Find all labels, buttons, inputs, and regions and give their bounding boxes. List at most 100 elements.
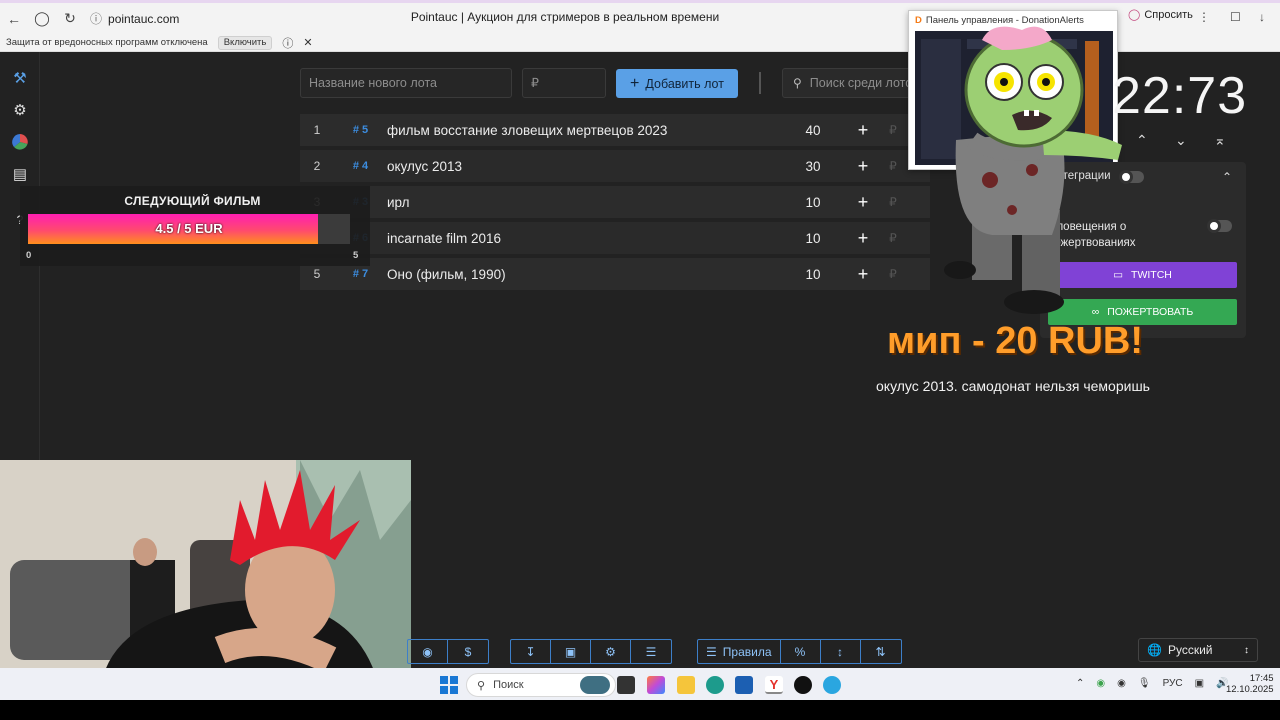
rules-button[interactable]: ☰ Правила (698, 640, 781, 663)
clock-time: 17:45 (1249, 673, 1274, 684)
globe-icon: 🌐 (1147, 643, 1162, 657)
obs-icon[interactable] (794, 676, 812, 694)
store-icon[interactable] (735, 676, 753, 694)
system-clock[interactable]: 17:45 12.10.2025 (1226, 673, 1274, 695)
new-lot-input[interactable] (300, 68, 512, 98)
telegram-icon[interactable] (823, 676, 841, 694)
lot-amount[interactable]: 40 (783, 123, 843, 138)
os-taskbar: ⚲ Поиск Y ⌃ ◉ ◉ 🎙 РУС ▣ 🔊 17:45 12.10.20… (0, 668, 1280, 700)
toolbar-group-file: ↧ ▣ ⚙ ☰ (510, 639, 672, 664)
donation-alerts-toggle[interactable] (1207, 219, 1232, 233)
add-amount-button[interactable]: + (843, 156, 883, 177)
timer-up-icon[interactable]: ⌃ (1136, 132, 1148, 149)
tray-eye-icon[interactable]: ◉ (1117, 678, 1126, 689)
lot-row[interactable]: 3 # 3 ирл 10 + ₽ (300, 186, 930, 218)
edge-icon[interactable] (706, 676, 724, 694)
timer-down-icon[interactable]: ⌄ (1175, 132, 1187, 149)
search-icon: ⚲ (793, 76, 802, 90)
lot-row[interactable]: 2 # 4 окулус 2013 30 + ₽ (300, 150, 930, 182)
webcam-video (0, 460, 411, 691)
yandex-browser-icon[interactable]: Y (765, 676, 783, 694)
lot-name[interactable]: фильм восстание зловещих мертвецов 2023 (387, 123, 783, 138)
task-view-icon[interactable] (617, 676, 635, 694)
tray-app-icon[interactable]: ◉ (1096, 678, 1105, 689)
progress-max-label: 5 (353, 250, 359, 261)
lot-amount-input[interactable] (522, 68, 606, 98)
lot-name[interactable]: ирл (387, 195, 783, 210)
lot-row[interactable]: 5 # 7 Оно (фильм, 1990) 10 + ₽ (300, 258, 930, 290)
rub-icon: ₽ (889, 231, 897, 245)
language-label: Русский (1167, 643, 1213, 657)
lot-amount[interactable]: 30 (783, 159, 843, 174)
rub-icon: ₽ (889, 123, 897, 137)
tracking-icon[interactable]: ◯ (28, 5, 56, 33)
split-screen-icon[interactable]: ☐ (1230, 10, 1241, 24)
select-arrows-icon: ↕ (1244, 644, 1249, 656)
dollar-icon[interactable]: $ (448, 640, 488, 663)
reload-button[interactable]: ↻ (56, 5, 84, 33)
close-icon[interactable]: ✕ (303, 36, 312, 49)
input-language[interactable]: РУС (1163, 678, 1183, 689)
address-bar[interactable]: ⓘ pointauc.com (90, 7, 179, 31)
download-icon[interactable]: ↓ (1259, 10, 1265, 24)
explorer-icon[interactable] (677, 676, 695, 694)
settings-icon[interactable]: ⚙ (10, 100, 30, 120)
lot-amount[interactable]: 10 (783, 231, 843, 246)
donation-alert-title: мип - 20 RUB! (887, 320, 1143, 362)
network-icon[interactable]: ▣ (1195, 678, 1204, 689)
microphone-icon[interactable]: 🎙 (1138, 678, 1151, 689)
clear-list-icon[interactable]: ☰ (631, 640, 671, 663)
widget-image-icon[interactable] (580, 676, 610, 694)
add-amount-button[interactable]: + (843, 192, 883, 213)
more-icon[interactable]: ⋮ (1198, 10, 1210, 24)
progress-text: 4.5 / 5 EUR (155, 221, 223, 236)
back-button[interactable]: ← (0, 5, 28, 33)
wheel-icon[interactable] (10, 132, 30, 152)
site-info-icon[interactable]: ⓘ (90, 10, 102, 27)
timer-up-double-icon[interactable]: ⌅ (1214, 132, 1226, 149)
clock-date: 12.10.2025 (1226, 684, 1274, 695)
tray-expand-icon[interactable]: ⌃ (1076, 678, 1084, 689)
search-box[interactable]: ⚲ (782, 68, 922, 98)
auction-hammer-icon[interactable]: ⚒ (10, 68, 30, 88)
percent-icon[interactable]: % (781, 640, 821, 663)
bug-icon[interactable]: ⚙ (591, 640, 631, 663)
lot-amount[interactable]: 10 (783, 267, 843, 282)
add-amount-button[interactable]: + (843, 120, 883, 141)
lot-row[interactable]: 1 # 5 фильм восстание зловещих мертвецов… (300, 114, 930, 146)
page-title: Pointauc | Аукцион для стримеров в реаль… (410, 10, 720, 24)
lot-name[interactable]: Оно (фильм, 1990) (387, 267, 783, 282)
lot-name[interactable]: incarnate film 2016 (387, 231, 783, 246)
add-amount-button[interactable]: + (843, 228, 883, 249)
screen-bottom-border (0, 700, 1280, 720)
plus-icon: + (630, 74, 640, 92)
copilot-icon[interactable] (647, 676, 665, 694)
lot-id: # 4 (352, 160, 369, 172)
toolbar-group-links: ◉ $ (407, 639, 489, 664)
lot-number: 5 (313, 267, 321, 281)
auction-timer: 22:73 (1112, 67, 1248, 125)
collapse-icon[interactable]: ⌃ (1222, 170, 1232, 184)
windows-start-icon[interactable] (440, 676, 458, 694)
save-icon[interactable]: ▣ (551, 640, 591, 663)
compress-icon[interactable]: ↕ (821, 640, 861, 663)
github-icon[interactable]: ◉ (408, 640, 448, 663)
help-icon[interactable]: ⓘ (282, 35, 293, 51)
ask-button[interactable]: ◯ Спросить (1128, 8, 1193, 22)
add-lot-button[interactable]: + Добавить лот (616, 69, 738, 98)
lot-name[interactable]: окулус 2013 (387, 159, 783, 174)
rub-icon: ₽ (889, 267, 897, 281)
search-input[interactable] (809, 76, 921, 90)
language-select[interactable]: 🌐 Русский ↕ (1138, 638, 1258, 662)
sort-icon[interactable]: ⇅ (861, 640, 901, 663)
lot-amount[interactable]: 10 (783, 195, 843, 210)
donation-alert-message: окулус 2013. самодонат нельзя чеморишь (876, 378, 1150, 394)
lot-number: 2 (313, 159, 321, 173)
history-icon[interactable]: ▤ (10, 164, 30, 184)
lot-row[interactable]: 4 # 6 incarnate film 2016 10 + ₽ (300, 222, 930, 254)
enable-protection-button[interactable]: Включить (217, 35, 273, 50)
download-icon[interactable]: ↧ (511, 640, 551, 663)
donation-progress-bar: 4.5 / 5 EUR (28, 214, 350, 244)
next-film-title: СЛЕДУЮЩИЙ ФИЛЬМ (124, 194, 261, 208)
add-amount-button[interactable]: + (843, 264, 883, 285)
